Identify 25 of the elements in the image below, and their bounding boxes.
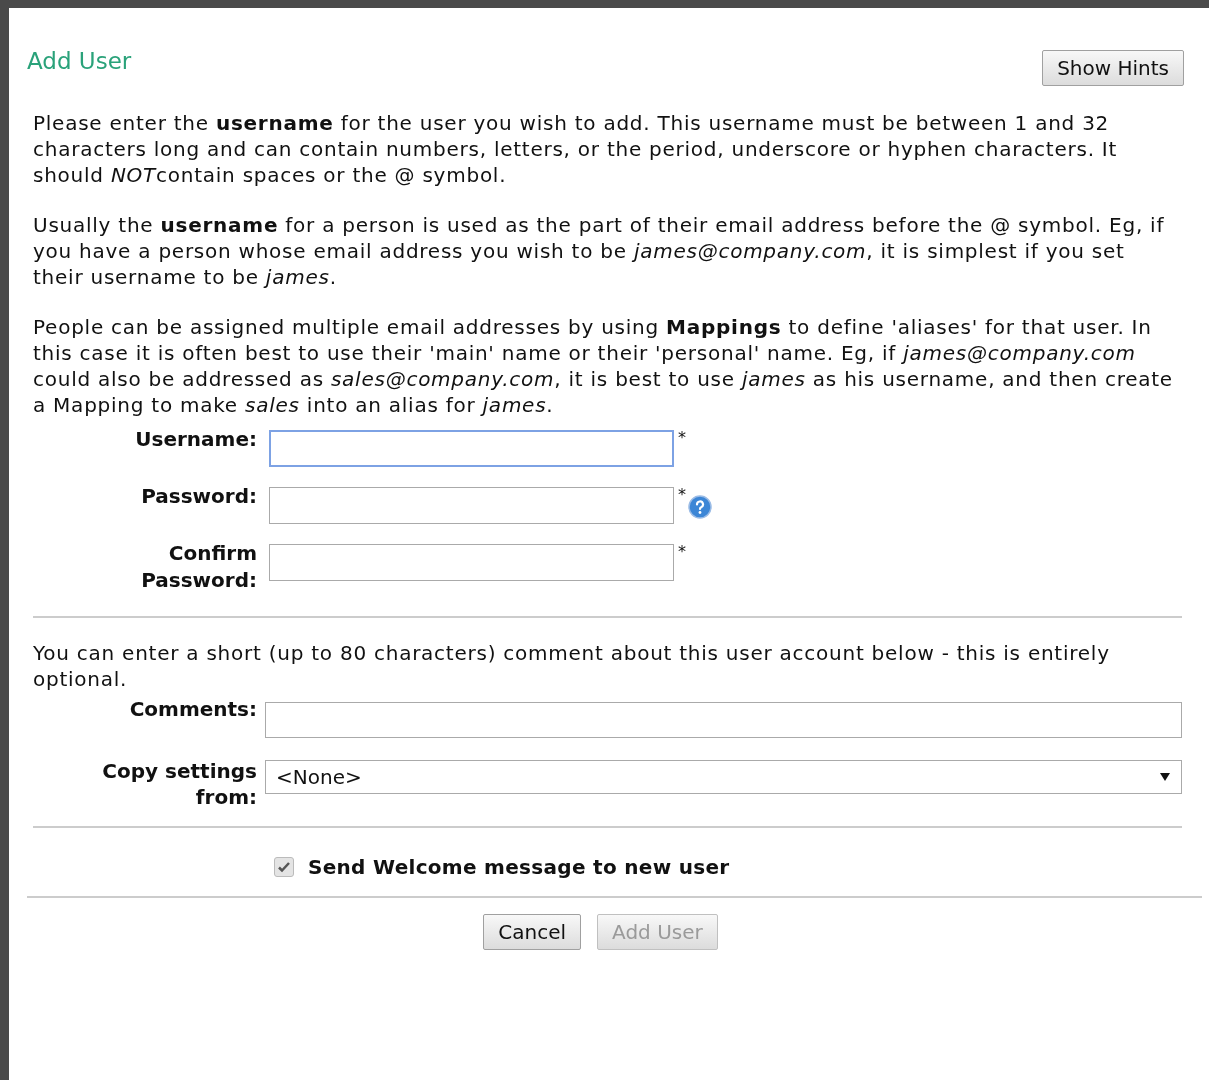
required-mark: * [678, 487, 687, 503]
field-label: Copy settings from: [101, 758, 257, 810]
text-field[interactable] [269, 544, 674, 581]
instruction-text: Usually the username for a person is used as the part of their email address before the @ symbol. Eg, if you have a person whose email address you wish to be james@company.com, it is simplest if you set their username to be james. [33, 212, 1166, 290]
help-icon[interactable] [687, 495, 712, 519]
copy-settings-dropdown[interactable]: <None> [265, 760, 1182, 794]
show-hints-button[interactable]: Show Hints [1042, 50, 1184, 86]
comment-intro-text: You can enter a short (up to 80 characters) comment about this user account below - this is entirely optional. [33, 640, 1111, 692]
instruction-text: People can be assigned multiple email addresses by using Mappings to define 'aliases' for that user. In this case it is often best to use their 'main' name or their 'personal' name. Eg, if james@company.com could also be addressed as sales@company.com, it is best to use james as his username, and then create a Mapping to make sales into an alias for james. [33, 314, 1174, 418]
instruction-text: Please enter the username for the user you wish to add. This username must be between 1 and 32 characters long and can contain numbers, letters, or the period, underscore or hyphen characters. It should NOTcontain spaces or the @ symbol. [33, 110, 1119, 188]
required-mark: * [678, 544, 687, 560]
checkbox-label: Send Welcome message to new user [308, 854, 730, 880]
required-mark: * [678, 430, 687, 446]
dialog-button[interactable]: Cancel [483, 914, 582, 950]
field-label: Username: [134, 426, 257, 453]
dialog-title: Add User [27, 48, 132, 74]
field-label: Confirm Password: [140, 540, 257, 594]
welcome-checkbox[interactable] [274, 857, 294, 877]
caret-icon [1159, 772, 1171, 782]
field-label: Password: [140, 483, 257, 510]
checkmark-icon [277, 860, 291, 874]
text-field[interactable] [269, 430, 674, 467]
text-field[interactable] [269, 487, 674, 524]
comments-field[interactable] [265, 702, 1182, 738]
field-label: Comments: [129, 696, 257, 722]
